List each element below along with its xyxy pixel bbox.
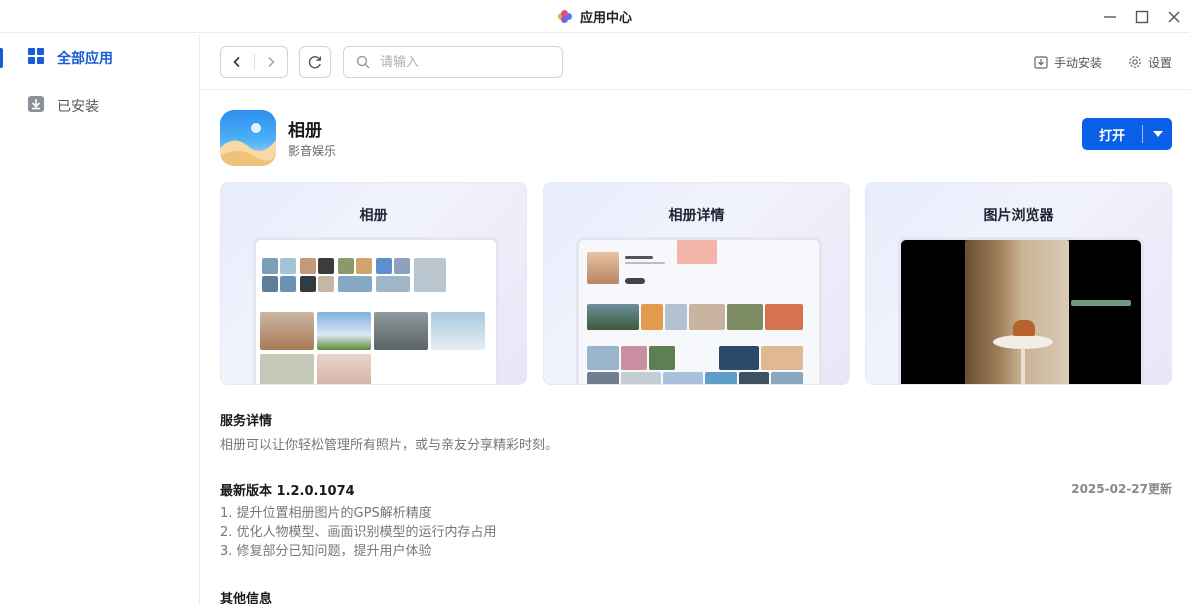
open-button[interactable]: 打开 xyxy=(1082,125,1142,144)
gear-icon xyxy=(1129,56,1141,68)
chevron-left-icon xyxy=(233,56,240,68)
version-date: 2025-02-27更新 xyxy=(1071,482,1172,496)
screenshot-title: 图片浏览器 xyxy=(983,208,1054,224)
main-panel: 手动安装 设置 相册 影音娱乐 打开 xyxy=(201,34,1190,604)
window-title: 应用中心 xyxy=(579,11,632,26)
refresh-button[interactable] xyxy=(299,46,331,78)
screenshot-card[interactable]: 相册 xyxy=(220,182,527,385)
screenshot-title: 相册详情 xyxy=(668,208,725,224)
search-icon xyxy=(356,55,370,69)
toolbar: 手动安装 设置 xyxy=(201,34,1190,90)
app-detail: 相册 影音娱乐 打开 相册 相册详情 图片浏览器 服务详情 相册可以让你轻松管理… xyxy=(220,90,1172,604)
other-info-title: 其他信息 xyxy=(220,592,273,604)
version-notes: 1. 提升位置相册图片的GPS解析精度 2. 优化人物模型、画面识别模型的运行内… xyxy=(220,504,497,561)
maximize-icon[interactable] xyxy=(1134,9,1150,25)
screenshot-preview xyxy=(253,237,499,384)
back-button[interactable] xyxy=(221,47,254,77)
forward-button[interactable] xyxy=(254,47,287,77)
version-note: 1. 提升位置相册图片的GPS解析精度 xyxy=(220,506,432,521)
version-note: 2. 优化人物模型、画面识别模型的运行内存占用 xyxy=(220,525,497,540)
refresh-icon xyxy=(308,56,322,69)
window-title-group: 应用中心 xyxy=(0,0,1190,33)
sidebar-item-label: 全部应用 xyxy=(57,51,113,67)
chevron-right-icon xyxy=(268,56,275,68)
minimize-icon[interactable] xyxy=(1102,9,1118,25)
sidebar-item-label: 已安装 xyxy=(57,99,99,115)
app-category: 影音娱乐 xyxy=(288,144,337,158)
screenshot-card[interactable]: 图片浏览器 xyxy=(865,182,1172,385)
screenshot-preview xyxy=(898,237,1144,384)
service-title: 服务详情 xyxy=(220,414,273,429)
screenshot-card[interactable]: 相册详情 xyxy=(543,182,850,385)
caret-down-icon xyxy=(1152,131,1163,137)
close-icon[interactable] xyxy=(1166,9,1182,25)
app-header: 相册 影音娱乐 打开 xyxy=(220,90,1172,182)
version-note: 3. 修复部分已知问题，提升用户体验 xyxy=(220,544,432,559)
sidebar: 全部应用 已安装 xyxy=(0,34,200,604)
photos-app-icon xyxy=(220,110,276,166)
manual-install-button[interactable]: 手动安装 xyxy=(1034,54,1102,71)
app-center-logo-icon xyxy=(557,9,572,24)
download-box-icon xyxy=(27,95,45,117)
screenshot-title: 相册 xyxy=(359,208,388,224)
title-bar: 应用中心 xyxy=(0,0,1190,33)
settings-label: 设置 xyxy=(1147,55,1172,70)
sidebar-item-all-apps[interactable]: 全部应用 xyxy=(0,34,199,82)
app-name: 相册 xyxy=(288,121,322,141)
open-button-group: 打开 xyxy=(1082,118,1172,150)
screenshot-gallery: 相册 相册详情 图片浏览器 xyxy=(220,182,1172,385)
search-box[interactable] xyxy=(343,46,563,78)
nav-buttons xyxy=(220,46,288,78)
settings-button[interactable]: 设置 xyxy=(1128,54,1172,71)
sidebar-item-installed[interactable]: 已安装 xyxy=(0,82,199,130)
open-dropdown-button[interactable] xyxy=(1143,131,1172,137)
version-title: 最新版本 1.2.0.1074 xyxy=(220,484,355,499)
search-input[interactable] xyxy=(380,54,540,70)
service-description: 相册可以让你轻松管理所有照片，或与亲友分享精彩时刻。 xyxy=(220,438,559,453)
grid-icon xyxy=(27,47,45,69)
install-icon xyxy=(1034,56,1048,69)
screenshot-preview xyxy=(576,237,822,384)
manual-install-label: 手动安装 xyxy=(1053,55,1102,70)
